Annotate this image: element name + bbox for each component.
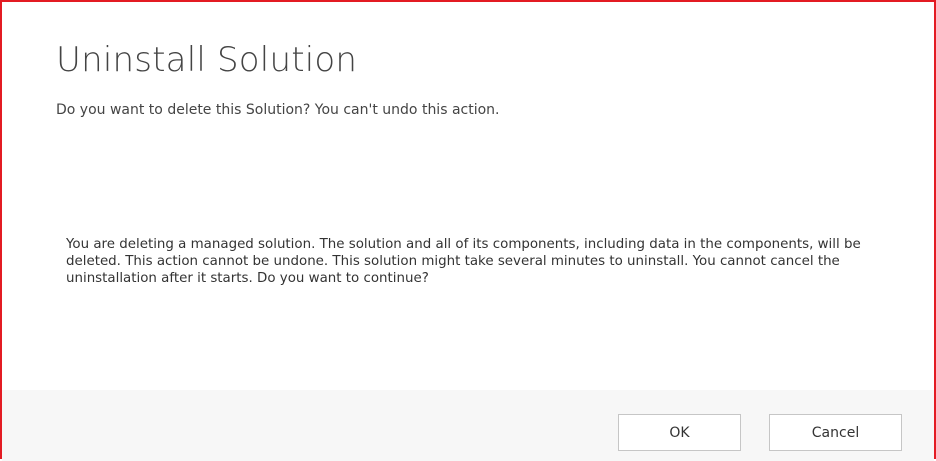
uninstall-solution-dialog: Uninstall Solution Do you want to delete… (0, 0, 936, 461)
dialog-subtitle: Do you want to delete this Solution? You… (56, 102, 500, 118)
cancel-button[interactable]: Cancel (769, 414, 902, 451)
dialog-title: Uninstall Solution (56, 40, 358, 80)
dialog-footer: OK Cancel (2, 390, 934, 461)
ok-button[interactable]: OK (618, 414, 741, 451)
warning-message: You are deleting a managed solution. The… (66, 237, 861, 286)
